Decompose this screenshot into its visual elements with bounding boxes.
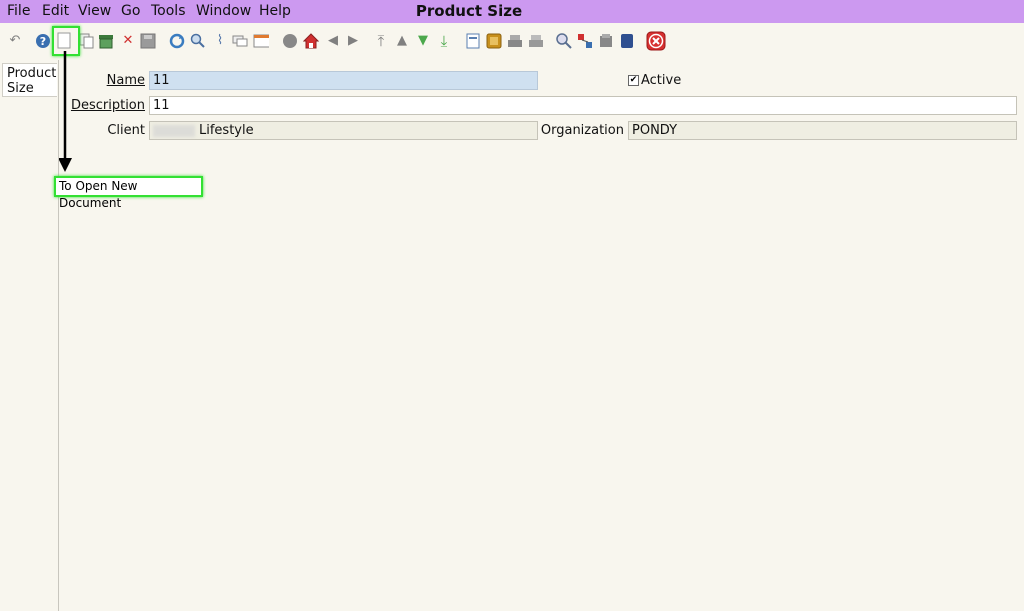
product-info-icon[interactable]	[619, 33, 635, 49]
first-record-icon[interactable]: ⤒	[373, 33, 389, 49]
find-icon[interactable]	[190, 33, 206, 49]
parent-record-icon[interactable]: ◀	[325, 33, 341, 49]
chat-icon[interactable]	[232, 33, 248, 49]
organization-label: Organization	[540, 123, 624, 138]
redacted-text	[153, 124, 195, 137]
next-record-icon[interactable]: ▼	[415, 33, 431, 49]
print-icon[interactable]	[528, 33, 544, 49]
description-field[interactable]: 11	[149, 96, 1017, 115]
workflow-icon[interactable]	[577, 33, 593, 49]
description-label: Description	[70, 98, 145, 113]
request-icon[interactable]	[598, 33, 614, 49]
previous-record-icon[interactable]: ▲	[394, 33, 410, 49]
copy-record-icon[interactable]	[79, 33, 95, 49]
client-label: Client	[107, 123, 145, 138]
save-icon[interactable]	[140, 33, 156, 49]
active-label: Active	[641, 73, 682, 88]
zoom-across-icon[interactable]	[556, 33, 572, 49]
name-label: Name	[106, 73, 145, 88]
last-record-icon[interactable]: ⤓	[436, 33, 452, 49]
tab-product-size[interactable]: Product Size	[2, 63, 57, 97]
active-checkbox[interactable]: ✔	[628, 75, 639, 86]
grid-toggle-icon[interactable]	[253, 33, 269, 49]
delete-icon[interactable]: ✕	[120, 33, 136, 49]
annotation-tooltip: To Open New Document	[54, 176, 203, 210]
organization-field[interactable]: PONDY	[628, 121, 1017, 140]
detail-record-icon[interactable]: ▶	[345, 33, 361, 49]
refresh-icon[interactable]	[169, 33, 185, 49]
close-window-icon[interactable]	[646, 31, 666, 51]
report-icon[interactable]	[465, 33, 481, 49]
home-icon[interactable]	[303, 33, 319, 49]
name-field[interactable]: 11	[149, 71, 538, 90]
window-title: Product Size	[415, 2, 523, 20]
print-preview-icon[interactable]	[507, 33, 523, 49]
archived-documents-icon[interactable]	[486, 33, 502, 49]
client-field[interactable]: Lifestyle	[149, 121, 538, 140]
menu-bar: File Edit View Go Tools Window Help Prod…	[0, 0, 1024, 23]
svg-text:?: ?	[40, 35, 46, 48]
save-archive-icon[interactable]	[98, 33, 114, 49]
sidebar: Product Size	[0, 60, 59, 611]
history-icon[interactable]	[282, 33, 298, 49]
undo-icon[interactable]: ↶	[7, 33, 23, 49]
attachment-icon[interactable]: ⌇	[212, 33, 228, 49]
toolbar: ↶ ? ✕ ⌇ ◀ ▶ ⤒ ▲ ▼ ⤓	[0, 23, 1024, 60]
client-value: Lifestyle	[199, 123, 254, 138]
help-icon[interactable]: ?	[35, 33, 51, 49]
